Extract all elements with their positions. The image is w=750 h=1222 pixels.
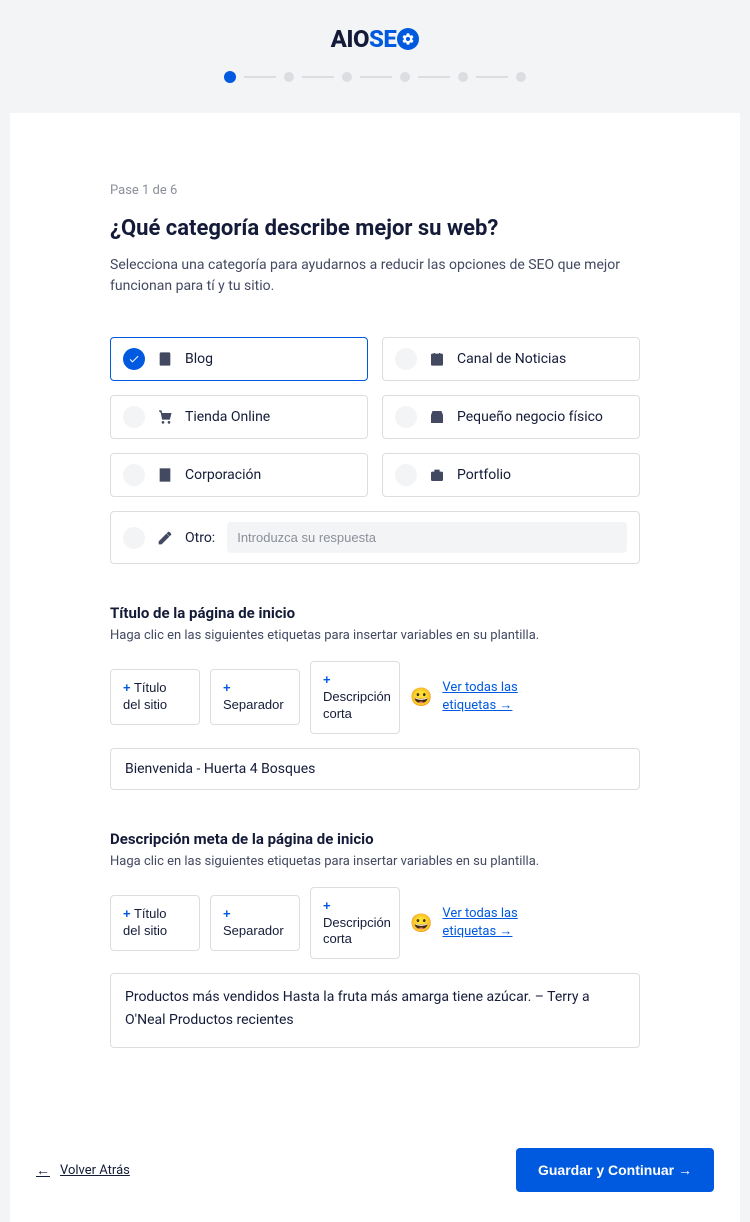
see-all-tags-link[interactable]: Ver todas las etiquetas →: [442, 679, 522, 715]
gear-icon: [397, 28, 419, 50]
tag-row: + Título del sitio + Separador + Descrip…: [110, 661, 640, 734]
category-blog[interactable]: Blog: [110, 337, 368, 381]
meta-desc-hint: Haga clic en las siguientes etiquetas pa…: [110, 854, 640, 869]
footer: ← Volver Atrás Guardar y Continuar →: [10, 1118, 740, 1222]
radio-icon: [123, 406, 145, 428]
step-text: Pase 1 de 6: [110, 183, 640, 198]
home-title-heading: Título de la página de inicio: [110, 604, 640, 622]
category-local[interactable]: Pequeño negocio físico: [382, 395, 640, 439]
store-icon: [429, 409, 445, 425]
main-card: Pase 1 de 6 ¿Qué categoría describe mejo…: [10, 113, 740, 1118]
tag-short-desc[interactable]: + Descripción corta: [310, 661, 400, 734]
category-portfolio[interactable]: Portfolio: [382, 453, 640, 497]
radio-checked-icon: [123, 348, 145, 370]
meta-desc-input[interactable]: Productos más vendidos Hasta la fruta má…: [110, 973, 640, 1048]
category-store[interactable]: Tienda Online: [110, 395, 368, 439]
tag-separator[interactable]: + Separador: [210, 895, 300, 951]
radio-icon: [123, 527, 145, 549]
step-dot-2: [284, 72, 294, 82]
step-dot-1: [224, 71, 236, 83]
stepper: [0, 71, 750, 83]
back-link[interactable]: ← Volver Atrás: [36, 1162, 130, 1179]
see-all-tags-link[interactable]: Ver todas las etiquetas →: [442, 905, 522, 941]
tag-row: + Título del sitio + Separador + Descrip…: [110, 887, 640, 960]
radio-icon: [123, 464, 145, 486]
meta-desc-heading: Descripción meta de la página de inicio: [110, 830, 640, 848]
tag-site-title[interactable]: + Título del sitio: [110, 669, 200, 725]
step-dot-5: [458, 72, 468, 82]
radio-icon: [395, 348, 417, 370]
step-dot-3: [342, 72, 352, 82]
step-line: [360, 76, 392, 78]
page-subtitle: Selecciona una categoría para ayudarnos …: [110, 255, 640, 297]
category-grid: Blog Canal de Noticias Tienda Online Peq…: [110, 337, 640, 564]
tag-site-title[interactable]: + Título del sitio: [110, 895, 200, 951]
emoji-icon[interactable]: 😀: [410, 687, 432, 708]
category-label: Tienda Online: [185, 409, 270, 425]
category-corp[interactable]: Corporación: [110, 453, 368, 497]
pencil-icon: [157, 530, 173, 546]
cart-icon: [157, 409, 173, 425]
home-title-input[interactable]: Bienvenida - Huerta 4 Bosques: [110, 748, 640, 790]
arrow-left-icon: ←: [36, 1162, 50, 1179]
category-news[interactable]: Canal de Noticias: [382, 337, 640, 381]
step-line: [476, 76, 508, 78]
category-label: Otro:: [185, 530, 215, 546]
other-input[interactable]: [227, 522, 627, 553]
building-icon: [157, 467, 173, 483]
radio-icon: [395, 406, 417, 428]
calendar-icon: [429, 351, 445, 367]
step-line: [244, 76, 276, 78]
step-dot-4: [400, 72, 410, 82]
tag-short-desc[interactable]: + Descripción corta: [310, 887, 400, 960]
page-title: ¿Qué categoría describe mejor su web?: [110, 216, 640, 241]
category-label: Blog: [185, 351, 213, 367]
category-other[interactable]: Otro:: [110, 511, 640, 564]
logo-aio: AIO: [331, 25, 369, 53]
step-line: [302, 76, 334, 78]
continue-button[interactable]: Guardar y Continuar →: [516, 1148, 714, 1192]
radio-icon: [395, 464, 417, 486]
back-label: Volver Atrás: [60, 1163, 130, 1178]
emoji-icon[interactable]: 😀: [410, 913, 432, 934]
home-title-hint: Haga clic en las siguientes etiquetas pa…: [110, 628, 640, 643]
category-label: Canal de Noticias: [457, 351, 566, 367]
briefcase-icon: [429, 467, 445, 483]
logo: AIOSE: [331, 25, 420, 53]
tag-separator[interactable]: + Separador: [210, 669, 300, 725]
continue-label: Guardar y Continuar →: [538, 1162, 692, 1178]
step-dot-6: [516, 72, 526, 82]
document-icon: [157, 351, 173, 367]
step-line: [418, 76, 450, 78]
category-label: Corporación: [185, 467, 261, 483]
category-label: Portfolio: [457, 467, 511, 483]
logo-se: SE: [369, 25, 396, 53]
category-label: Pequeño negocio físico: [457, 409, 603, 425]
